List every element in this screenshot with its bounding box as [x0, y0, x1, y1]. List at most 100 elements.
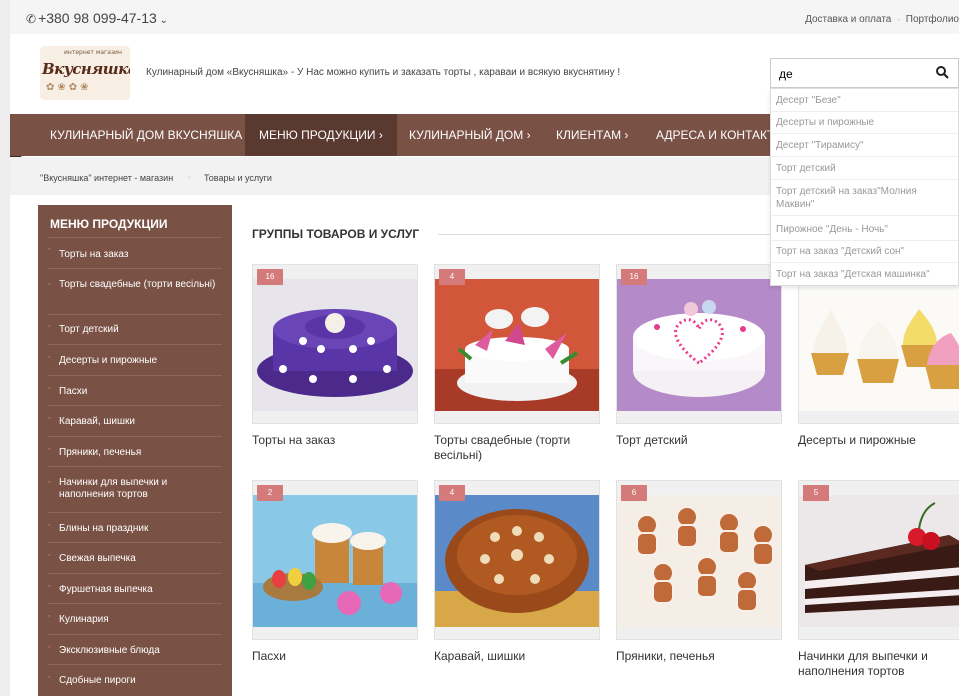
cake-image-icon: [617, 279, 781, 411]
product-title[interactable]: Торты свадебные (торти весільні): [434, 433, 600, 463]
sidebar-item[interactable]: ◦ Кулинария: [48, 604, 222, 635]
sidebar-item[interactable]: ◦ Торты свадебные (торти весільні): [48, 269, 222, 315]
product-image[interactable]: 16: [252, 264, 418, 424]
bullet-icon: ◦: [48, 674, 51, 681]
site-tagline: Кулинарный дом «Вкусняшка» - У Нас можно…: [146, 67, 621, 78]
product-image[interactable]: 2: [252, 480, 418, 640]
product-image[interactable]: [798, 264, 959, 424]
product-image[interactable]: 4: [434, 480, 600, 640]
logo-text: Вкусняшка: [42, 60, 130, 78]
bullet-icon: ◦: [48, 644, 51, 651]
suggestion-item[interactable]: Десерт "Тирамису": [776, 139, 954, 152]
cake-slice-image-icon: [799, 495, 959, 627]
cake-image-icon: [253, 279, 417, 411]
suggestion-item[interactable]: Десерт "Безе": [776, 94, 954, 107]
breadcrumb-current[interactable]: Товары и услуги: [204, 173, 272, 183]
delivery-link[interactable]: Доставка и оплата: [805, 14, 891, 25]
gingerbread-image-icon: [617, 495, 781, 627]
product-title[interactable]: Торты на заказ: [252, 433, 418, 448]
product-title[interactable]: Пасхи: [252, 649, 418, 664]
sidebar-item[interactable]: ◦ Свежая выпечка: [48, 543, 222, 574]
section-heading: ГРУППЫ ТОВАРОВ И УСЛУГ: [252, 227, 420, 241]
divider: [771, 240, 958, 241]
divider: [771, 133, 958, 134]
search-icon: [936, 66, 949, 79]
product-title[interactable]: Пряники, печенья: [616, 649, 782, 664]
suggestion-item[interactable]: Торт на заказ "Детская машинка": [776, 268, 954, 281]
bullet-icon: ◦: [48, 323, 51, 330]
divider: [48, 237, 222, 238]
sidebar-item[interactable]: ◦ Каравай, шишки: [48, 406, 222, 437]
bullet-icon: ◦: [48, 446, 51, 453]
bullet-icon: ◦: [48, 479, 51, 486]
count-badge: 6: [621, 485, 647, 501]
product-title[interactable]: Каравай, шишки: [434, 649, 600, 664]
nav-item-products[interactable]: МЕНЮ ПРОДУКЦИИ ›: [245, 114, 397, 156]
sidebar-item[interactable]: ◦ Пряники, печенья: [48, 437, 222, 467]
divider: [771, 262, 958, 263]
sidebar-item[interactable]: ◦ Торты на заказ: [48, 243, 222, 269]
dessert-image-icon: [799, 279, 959, 411]
nav-item-home[interactable]: КУЛИНАРНЫЙ ДОМ ВКУСНЯШКА: [50, 114, 242, 156]
breadcrumb-separator-icon: ◦: [188, 173, 191, 182]
breadcrumb-home[interactable]: "Вкусняшка" интернет - магазин: [40, 173, 173, 183]
phone-number: +380 98 099-47-13: [38, 10, 157, 26]
product-image[interactable]: 16: [616, 264, 782, 424]
sidebar: МЕНЮ ПРОДУКЦИИ ◦ Торты на заказ ◦ Торты св…: [38, 205, 232, 696]
page: ✆ +380 98 099-47-13 ⌄ Доставка и оплата ◦…: [10, 0, 959, 696]
korovai-image-icon: [435, 495, 599, 627]
sidebar-item[interactable]: ◦ Десерты и пирожные: [48, 345, 222, 376]
nav-item-culinary-house[interactable]: КУЛИНАРНЫЙ ДОМ ›: [409, 114, 531, 156]
bullet-icon: ◦: [48, 613, 51, 620]
sidebar-item[interactable]: ◦ Сдобные пироги: [48, 665, 222, 696]
divider: [771, 111, 958, 112]
sidebar-item[interactable]: ◦ Блины на праздник: [48, 513, 222, 543]
product-title[interactable]: Десерты и пирожные: [798, 433, 959, 448]
bullet-icon: ◦: [48, 522, 51, 529]
bullet-icon: ◦: [48, 583, 51, 590]
search-box: [770, 58, 959, 88]
search-suggestions: Десерт "Безе" Десерты и пирожные Десерт …: [770, 88, 959, 286]
phone-icon: ✆: [26, 12, 37, 26]
count-badge: 16: [257, 269, 283, 285]
easter-image-icon: [253, 495, 417, 627]
logo[interactable]: интернет магазин Вкусняшка ✿❀✿❀: [40, 46, 130, 100]
count-badge: 4: [439, 269, 465, 285]
phone-dropdown[interactable]: ✆ +380 98 099-47-13 ⌄: [26, 10, 168, 26]
suggestion-item[interactable]: Торт детский: [776, 162, 954, 175]
search-input[interactable]: [779, 65, 929, 83]
sidebar-item[interactable]: ◦ Эксклюзивные блюда: [48, 635, 222, 665]
suggestion-item[interactable]: Торт детский на заказ"Молния Маквин": [776, 185, 954, 211]
divider: [771, 156, 958, 157]
product-image[interactable]: 4: [434, 264, 600, 424]
product-title[interactable]: Начинки для выпечки и наполнения тортов: [798, 649, 959, 679]
top-links: Доставка и оплата ◦ Портфолио: [805, 14, 959, 25]
suggestion-item[interactable]: Торт на заказ "Детский сон": [776, 245, 954, 258]
chevron-down-icon: ⌄: [156, 15, 168, 26]
portfolio-link[interactable]: Портфолио: [906, 14, 959, 25]
sidebar-item[interactable]: ◦ Начинки для выпечки и наполнения тортов: [48, 467, 222, 513]
suggestion-item[interactable]: Десерты и пирожные: [776, 116, 954, 129]
count-badge: 5: [803, 485, 829, 501]
count-badge: 4: [439, 485, 465, 501]
separator-icon: ◦: [897, 15, 900, 24]
sidebar-item[interactable]: ◦ Пасхи: [48, 376, 222, 406]
bullet-icon: ◦: [48, 385, 51, 392]
suggestion-item[interactable]: Пирожное "День - Ночь": [776, 223, 954, 236]
sidebar-item[interactable]: ◦ Торт детский: [48, 315, 222, 345]
sidebar-item[interactable]: ◦ Фуршетная выпечка: [48, 574, 222, 604]
divider: [771, 215, 958, 216]
nav-item-clients[interactable]: КЛИЕНТАМ ›: [556, 114, 628, 156]
bullet-icon: ◦: [48, 415, 51, 422]
product-image[interactable]: 6: [616, 480, 782, 640]
product-title[interactable]: Торт детский: [616, 433, 782, 448]
logo-subtitle: интернет магазин: [64, 49, 122, 56]
nav-item-contacts[interactable]: АДРЕСА И КОНТАКТЫ: [656, 114, 785, 156]
product-image[interactable]: 5: [798, 480, 959, 640]
bullet-icon: ◦: [48, 552, 51, 559]
sidebar-title: МЕНЮ ПРОДУКЦИИ: [50, 217, 168, 231]
bullet-icon: ◦: [48, 354, 51, 361]
search-button[interactable]: [928, 59, 958, 87]
bullet-icon: ◦: [48, 281, 51, 288]
divider: [771, 179, 958, 180]
